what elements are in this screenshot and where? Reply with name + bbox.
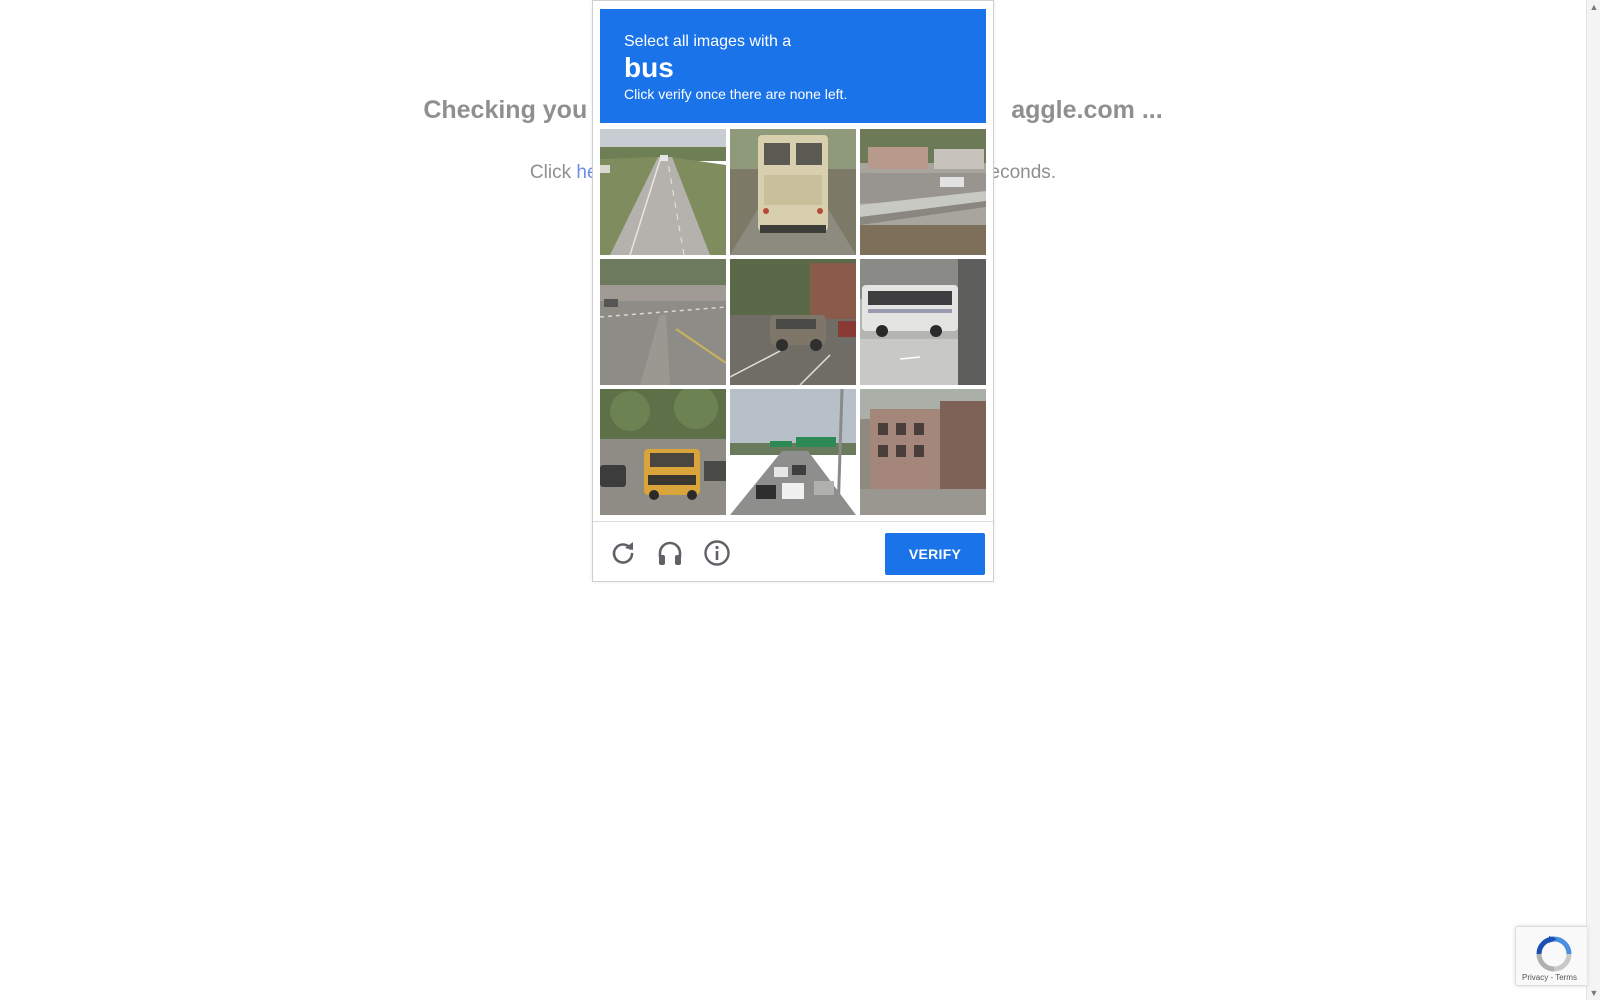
building-street-image <box>860 389 986 515</box>
reload-icon[interactable] <box>609 539 637 567</box>
recaptcha-badge[interactable]: Privacy - Terms <box>1515 926 1587 986</box>
prompt-keyword: bus <box>624 52 674 83</box>
highway-image <box>600 129 726 255</box>
captcha-challenge: Select all images with a bus Click verif… <box>592 0 994 582</box>
info-icon[interactable] <box>703 539 731 567</box>
headphones-icon[interactable] <box>656 539 684 567</box>
guardrail-street-image <box>860 129 986 255</box>
prompt-hint: Click verify once there are none left. <box>624 86 848 102</box>
prompt-instruction: Select all images with a <box>624 33 792 50</box>
school-bus-rear-image <box>730 129 856 255</box>
heading-left: Checking you <box>423 96 588 124</box>
page-scrollbar[interactable]: ▲ ▼ <box>1586 0 1600 1000</box>
scroll-down-arrow-icon[interactable]: ▼ <box>1589 988 1599 998</box>
subtext-prefix: Click <box>529 162 577 183</box>
image-tile-freeway-traffic[interactable] <box>730 389 856 515</box>
image-tile-highway[interactable] <box>600 129 726 255</box>
coach-bus-image <box>860 259 986 385</box>
captcha-prompt: Select all images with a bus Click verif… <box>600 9 986 123</box>
school-bus-front-image <box>600 389 726 515</box>
intersection-image <box>600 259 726 385</box>
badge-privacy-terms[interactable]: Privacy - Terms <box>1522 973 1577 982</box>
image-tile-guardrail-street[interactable] <box>860 129 986 255</box>
image-tile-school-bus-rear[interactable] <box>730 129 856 255</box>
captcha-footer: VERIFY <box>593 521 993 581</box>
image-tile-parked-suv[interactable] <box>730 259 856 385</box>
image-tile-school-bus-front[interactable] <box>600 389 726 515</box>
recaptcha-logo-icon <box>1536 936 1572 972</box>
page: Checking you aggle.com ... Click he econds… <box>0 0 1600 1000</box>
subtext-suffix: econds. <box>989 162 1057 183</box>
freeway-traffic-image <box>730 389 856 515</box>
heading-right: aggle.com ... <box>1011 96 1163 124</box>
image-tile-building-street[interactable] <box>860 389 986 515</box>
image-tile-intersection[interactable] <box>600 259 726 385</box>
image-grid <box>600 129 986 515</box>
image-tile-coach-bus[interactable] <box>860 259 986 385</box>
scroll-up-arrow-icon[interactable]: ▲ <box>1589 2 1599 12</box>
parked-suv-image <box>730 259 856 385</box>
verify-button[interactable]: VERIFY <box>885 533 985 575</box>
